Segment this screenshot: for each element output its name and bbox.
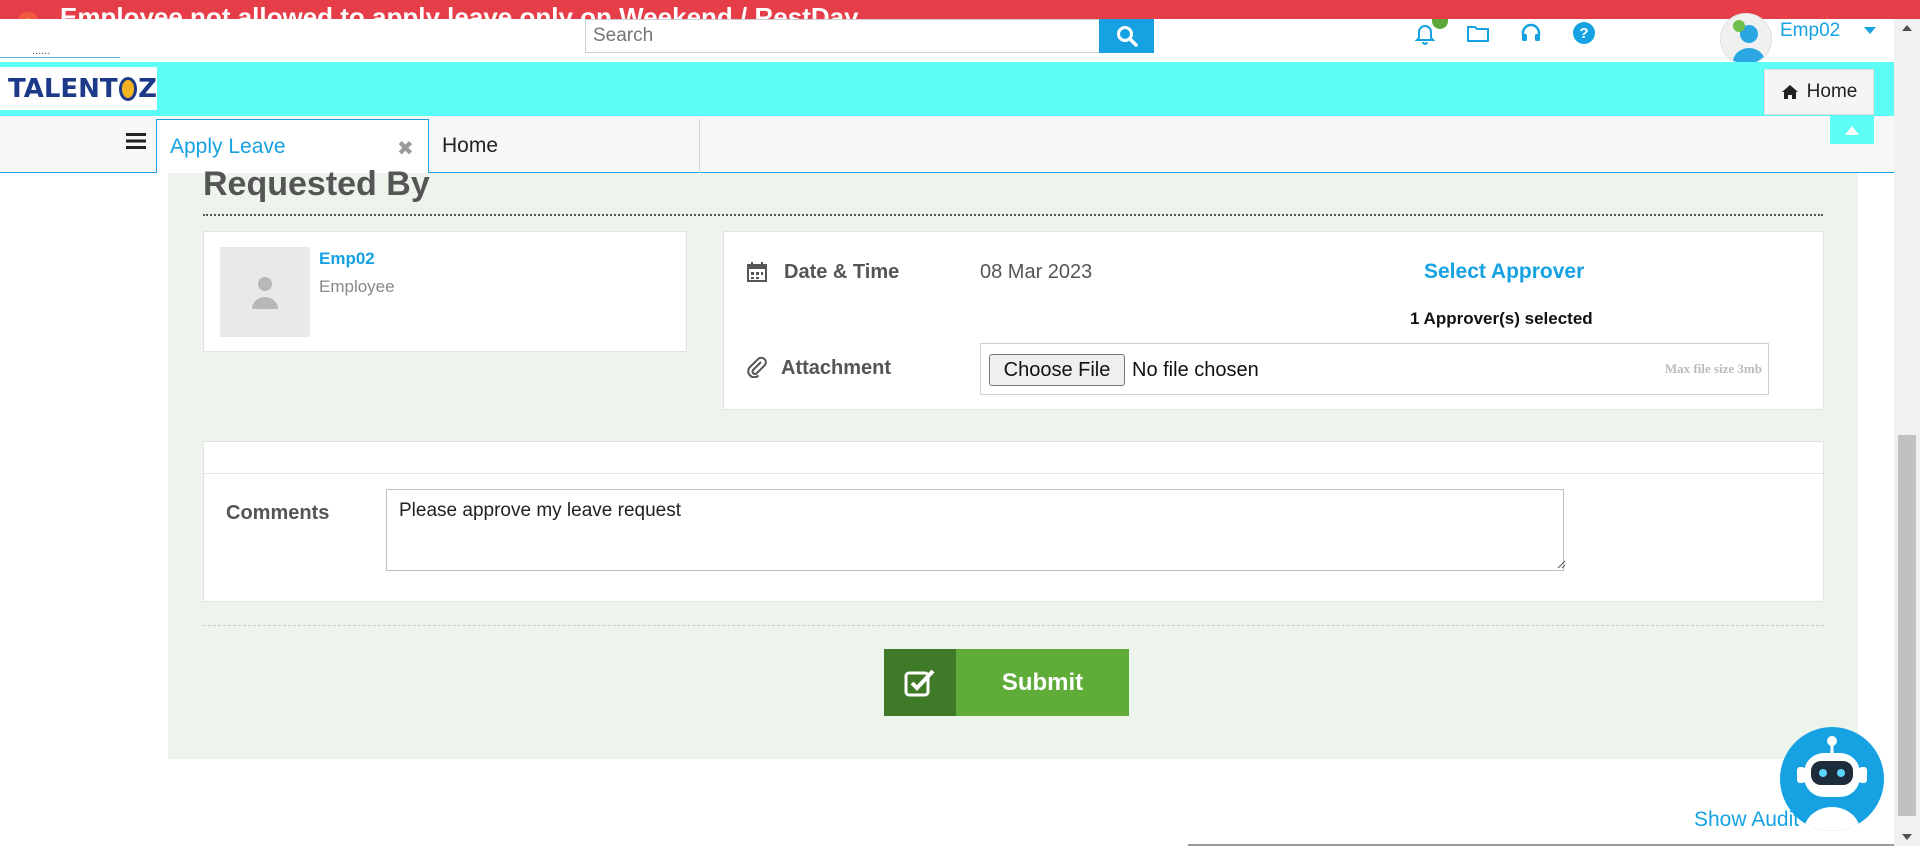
home-icon bbox=[1781, 85, 1798, 99]
talentoz-logo[interactable]: TALENT Z bbox=[0, 67, 157, 110]
user-placeholder-icon bbox=[252, 277, 278, 309]
alert-banner: Employee not allowed to apply leave only… bbox=[0, 0, 1920, 19]
folder-icon bbox=[1467, 26, 1489, 42]
max-file-size-note: Max file size 3mb bbox=[1664, 361, 1762, 376]
submit-label: Submit bbox=[1001, 668, 1084, 696]
show-audit-link[interactable]: Show Audit bbox=[1694, 808, 1799, 832]
calendar-icon bbox=[747, 262, 767, 282]
comments-textarea[interactable]: Please approve my leave request bbox=[386, 489, 1564, 571]
date-time-label: Date & Time bbox=[784, 261, 900, 283]
requester-name[interactable]: Emp02 bbox=[319, 249, 375, 269]
select-approver-link[interactable]: Select Approver bbox=[1424, 260, 1584, 284]
comments-label: Comments bbox=[226, 502, 330, 524]
scroll-top-button[interactable] bbox=[1830, 116, 1874, 144]
user-menu-name[interactable]: Emp02 bbox=[1780, 20, 1840, 42]
attachment-field: Choose File No file chosen Max file size… bbox=[980, 343, 1769, 395]
tab-home[interactable]: Home bbox=[429, 119, 700, 173]
robot-icon bbox=[1797, 736, 1867, 831]
search-icon bbox=[1116, 26, 1138, 47]
logo-text-right: Z bbox=[138, 73, 157, 104]
user-avatar-icon bbox=[1733, 20, 1765, 62]
scroll-down-arrow[interactable] bbox=[1894, 828, 1920, 846]
hamburger-icon bbox=[126, 133, 146, 149]
home-button[interactable]: Home bbox=[1764, 69, 1874, 115]
svg-text:?: ? bbox=[1579, 25, 1588, 42]
triangle-up-icon bbox=[1902, 25, 1912, 31]
chevron-up-icon bbox=[1845, 125, 1859, 135]
approver-count: 1 Approver(s) selected bbox=[1410, 309, 1593, 328]
hamburger-menu-button[interactable] bbox=[124, 129, 148, 153]
submit-button[interactable]: Submit bbox=[884, 649, 1129, 716]
brand-bar: TALENT Z Home bbox=[0, 62, 1920, 116]
submit-divider bbox=[203, 625, 1824, 626]
search-input[interactable] bbox=[585, 19, 1100, 53]
leave-details-card: Date & Time 08 Mar 2023 Select Approver … bbox=[723, 231, 1824, 410]
headset-icon bbox=[1521, 23, 1541, 41]
no-file-text: No file chosen bbox=[1132, 359, 1259, 381]
choose-file-button[interactable]: Choose File bbox=[989, 354, 1125, 386]
requester-avatar bbox=[220, 247, 310, 337]
leave-form-panel: Requested By Emp02 Employee Date & Time … bbox=[168, 165, 1858, 759]
scrollbar-thumb[interactable] bbox=[1898, 435, 1916, 816]
comments-card: Comments Please approve my leave request bbox=[203, 441, 1824, 602]
close-icon[interactable]: ✖ bbox=[397, 136, 414, 161]
alert-text: Employee not allowed to apply leave only… bbox=[60, 2, 859, 19]
help-icon: ? bbox=[1573, 22, 1595, 44]
attachment-label: Attachment bbox=[781, 357, 892, 379]
help-button[interactable]: ? bbox=[1570, 19, 1598, 47]
logo-text-left: TALENT bbox=[8, 73, 118, 104]
user-avatar[interactable] bbox=[1720, 13, 1772, 65]
search-button[interactable] bbox=[1099, 19, 1154, 53]
requester-role: Employee bbox=[319, 277, 395, 296]
page-scrollbar[interactable] bbox=[1894, 19, 1920, 846]
date-time-value: 08 Mar 2023 bbox=[980, 261, 1093, 283]
header-small-label: ...... bbox=[32, 45, 51, 57]
notification-badge bbox=[1432, 19, 1448, 29]
triangle-down-icon bbox=[1902, 834, 1912, 840]
home-button-label: Home bbox=[1806, 81, 1858, 102]
paperclip-icon bbox=[747, 356, 767, 378]
tab-home-label: Home bbox=[442, 134, 499, 157]
tab-apply-leave-label: Apply Leave bbox=[170, 135, 286, 158]
checkbox-check-icon bbox=[904, 669, 935, 696]
chatbot-button[interactable] bbox=[1780, 727, 1884, 831]
comments-divider bbox=[204, 473, 1823, 474]
header-underline bbox=[0, 57, 120, 58]
top-header: ...... ? Emp02 bbox=[0, 13, 1920, 65]
support-button[interactable] bbox=[1517, 19, 1545, 47]
section-divider bbox=[203, 214, 1823, 216]
requester-card: Emp02 Employee bbox=[203, 231, 687, 352]
section-title: Requested By bbox=[203, 165, 430, 203]
resize-grip-icon[interactable] bbox=[1556, 559, 1566, 569]
chevron-down-icon[interactable] bbox=[1864, 27, 1876, 34]
submit-icon-box bbox=[884, 649, 956, 716]
logo-o-icon bbox=[118, 76, 138, 101]
scroll-up-arrow[interactable] bbox=[1894, 19, 1920, 37]
folder-button[interactable] bbox=[1464, 19, 1492, 47]
